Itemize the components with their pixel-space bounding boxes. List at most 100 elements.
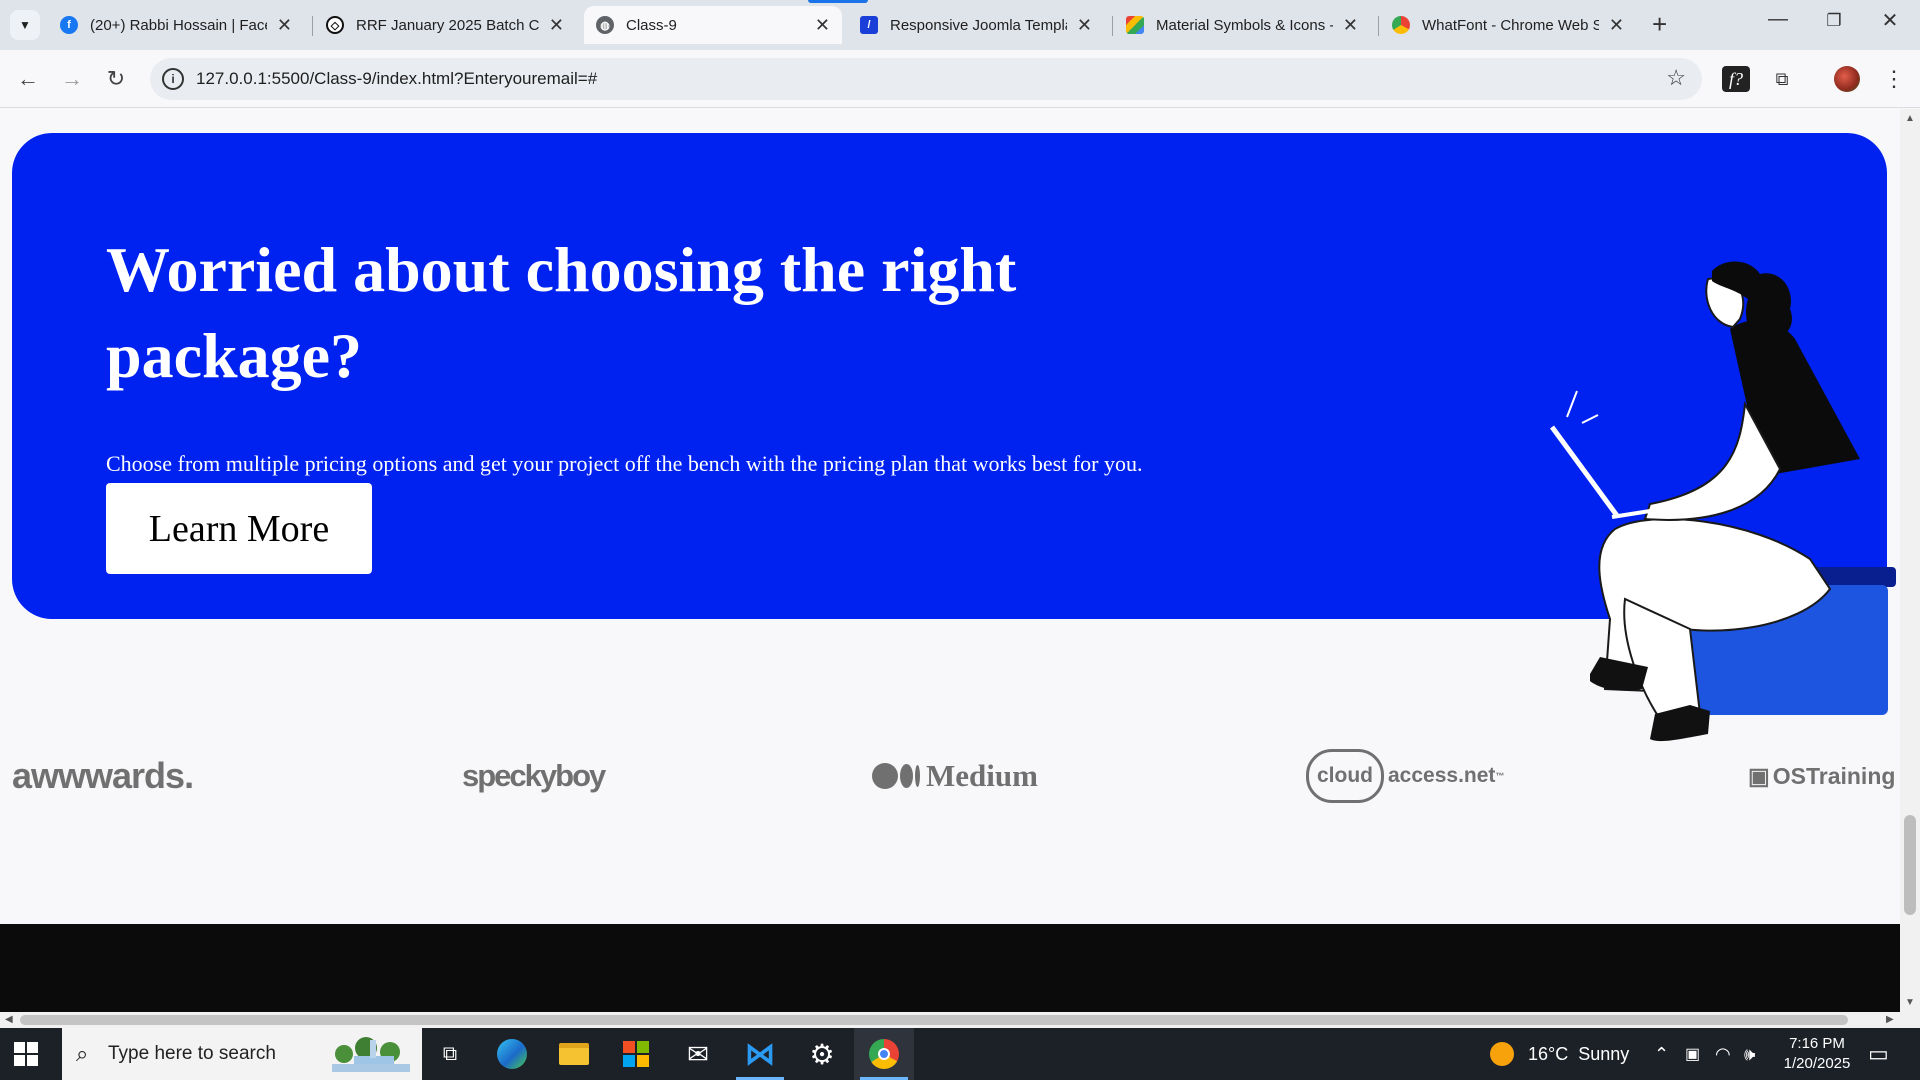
tab-label: Class-9	[626, 16, 677, 34]
speckyboy-logo: speckyboy	[462, 758, 606, 793]
file-explorer-icon	[559, 1043, 589, 1065]
chevron-up-icon: ⌃	[1654, 1043, 1670, 1064]
settings-icon: ⚙	[809, 1038, 835, 1070]
arrow-right-icon: →	[61, 66, 83, 91]
mail-button[interactable]: ✉	[668, 1028, 728, 1080]
close-icon[interactable]: ✕	[277, 15, 292, 36]
mail-icon: ✉	[687, 1038, 709, 1069]
close-window-button[interactable]: ✕	[1862, 8, 1918, 33]
settings-button[interactable]: ⚙	[792, 1028, 852, 1080]
tab-strip: ▼ f (20+) Rabbi Hossain | Facebook ✕ ◇ R…	[0, 0, 1920, 50]
tab-joomla[interactable]: / Responsive Joomla Templates ✕	[848, 6, 1104, 44]
bookmark-star-icon[interactable]: ☆	[1666, 65, 1686, 91]
store-button[interactable]	[606, 1028, 666, 1080]
back-button[interactable]: ←	[12, 63, 44, 95]
footer	[0, 924, 1900, 1012]
extensions-puzzle-icon[interactable]: ⧉	[1768, 66, 1796, 92]
wifi-icon[interactable]: ◠	[1715, 1028, 1731, 1080]
cloudaccess-logo: cloud access.net ™	[1306, 741, 1504, 811]
spark-line	[1566, 390, 1578, 418]
close-icon[interactable]: ✕	[1077, 15, 1092, 36]
learn-more-button[interactable]: Learn More	[106, 483, 372, 574]
tab-label: (20+) Rabbi Hossain | Facebook	[90, 16, 267, 34]
reload-button[interactable]: ↻	[100, 63, 132, 95]
search-icon: ⌕	[76, 1041, 89, 1066]
volume-icon[interactable]: 🕪	[1744, 1028, 1755, 1080]
search-placeholder: Type here to search	[108, 1043, 276, 1064]
scroll-thumb[interactable]	[1904, 815, 1916, 915]
ostraining-logo: ▣ OSTraining	[1748, 762, 1896, 789]
tab-label: RRF January 2025 Batch Class	[356, 16, 539, 34]
medium-dots-icon	[872, 763, 920, 789]
address-url[interactable]: 127.0.0.1:5500/Class-9/index.html?Entery…	[196, 69, 597, 89]
book-icon: ▣	[1748, 762, 1770, 789]
chrome-icon	[869, 1039, 899, 1069]
weather-text: 16°C Sunny	[1528, 1043, 1630, 1064]
codepen-icon: ◇	[326, 16, 344, 34]
partner-logos: awwwards. speckyboy Medium cloud access.…	[0, 741, 1900, 811]
scroll-right-icon[interactable]: ▶	[1886, 1014, 1894, 1025]
whatfont-extension-icon[interactable]: f?	[1722, 66, 1750, 92]
new-tab-button[interactable]: +	[1652, 10, 1667, 38]
medium-logo: Medium	[872, 741, 1038, 811]
clock-time: 7:16 PM	[1789, 1035, 1845, 1052]
chrome-web-store-icon	[1392, 16, 1410, 34]
vscode-button[interactable]: ⋈	[730, 1028, 790, 1080]
taskbar-search[interactable]: ⌕ Type here to search	[62, 1028, 422, 1080]
start-button[interactable]	[14, 1042, 38, 1066]
tab-label: Material Symbols & Icons - Google Fonts	[1156, 16, 1333, 34]
forward-button[interactable]: →	[56, 63, 88, 95]
tab-divider	[1112, 16, 1113, 36]
arrow-left-icon: ←	[17, 66, 39, 91]
vertical-scrollbar[interactable]: ▲ ▼	[1900, 109, 1920, 1012]
chrome-button[interactable]	[854, 1028, 914, 1080]
google-fonts-icon	[1126, 16, 1144, 34]
close-icon[interactable]: ✕	[1609, 15, 1624, 36]
tab-class-9[interactable]: ◍ Class-9 ✕	[584, 6, 842, 44]
restore-button[interactable]: ❐	[1806, 11, 1862, 31]
joomla-icon: /	[860, 16, 878, 34]
trademark-symbol: ™	[1495, 771, 1505, 781]
profile-avatar[interactable]	[1834, 66, 1860, 92]
notifications-icon[interactable]: ▭	[1868, 1028, 1889, 1080]
more-menu-icon[interactable]: ⋮	[1880, 66, 1908, 92]
clock-date: 1/20/2025	[1783, 1055, 1851, 1072]
scrollbar-corner	[1900, 1012, 1920, 1028]
tab-rrf-class[interactable]: ◇ RRF January 2025 Batch Class ✕	[314, 6, 576, 44]
weather-widget[interactable]: 16°C Sunny	[1490, 1028, 1629, 1080]
scroll-thumb[interactable]	[20, 1015, 1848, 1025]
close-icon[interactable]: ✕	[1343, 15, 1358, 36]
page-viewport: Worried about choosing the right package…	[0, 109, 1900, 1012]
banner-heading: Worried about choosing the right package…	[106, 234, 1017, 391]
close-icon[interactable]: ✕	[815, 15, 830, 36]
tab-search-button[interactable]: ▼	[10, 10, 40, 40]
windows-taskbar: ⌕ Type here to search ⧉ ✉ ⋈ ⚙ 16°C Sunny…	[0, 1028, 1920, 1080]
tab-material-symbols[interactable]: Material Symbols & Icons - Google Fonts …	[1114, 6, 1370, 44]
task-view-icon: ⧉	[442, 1042, 458, 1065]
horizontal-scrollbar[interactable]: ◀ ▶	[0, 1012, 1900, 1028]
taskbar-clock[interactable]: 7:16 PM 1/20/2025	[1770, 1034, 1864, 1074]
tab-facebook[interactable]: f (20+) Rabbi Hossain | Facebook ✕	[48, 6, 304, 44]
scroll-up-icon[interactable]: ▲	[1905, 113, 1915, 124]
tab-divider	[1378, 16, 1379, 36]
reload-icon: ↻	[106, 66, 126, 91]
device-icon[interactable]: ▣	[1685, 1028, 1700, 1080]
vscode-icon: ⋈	[745, 1037, 775, 1071]
tab-label: WhatFont - Chrome Web Store	[1422, 16, 1599, 34]
tab-whatfont[interactable]: WhatFont - Chrome Web Store ✕	[1380, 6, 1636, 44]
show-hidden-icons-button[interactable]: ⌃	[1654, 1028, 1669, 1080]
address-bar[interactable]: i 127.0.0.1:5500/Class-9/index.html?Ente…	[150, 58, 1702, 100]
store-icon	[623, 1041, 649, 1067]
close-icon[interactable]: ✕	[549, 15, 564, 36]
file-explorer-button[interactable]	[544, 1028, 604, 1080]
globe-icon: ◍	[596, 16, 614, 34]
tab-label: Responsive Joomla Templates	[890, 16, 1067, 34]
minimize-button[interactable]: —	[1750, 8, 1806, 31]
spark-line	[1581, 414, 1599, 424]
task-view-button[interactable]: ⧉	[420, 1028, 480, 1080]
scroll-left-icon[interactable]: ◀	[5, 1014, 13, 1025]
site-info-icon[interactable]: i	[162, 68, 184, 90]
edge-button[interactable]	[482, 1028, 542, 1080]
scroll-down-icon[interactable]: ▼	[1905, 997, 1915, 1008]
active-tab-indicator	[808, 0, 868, 3]
